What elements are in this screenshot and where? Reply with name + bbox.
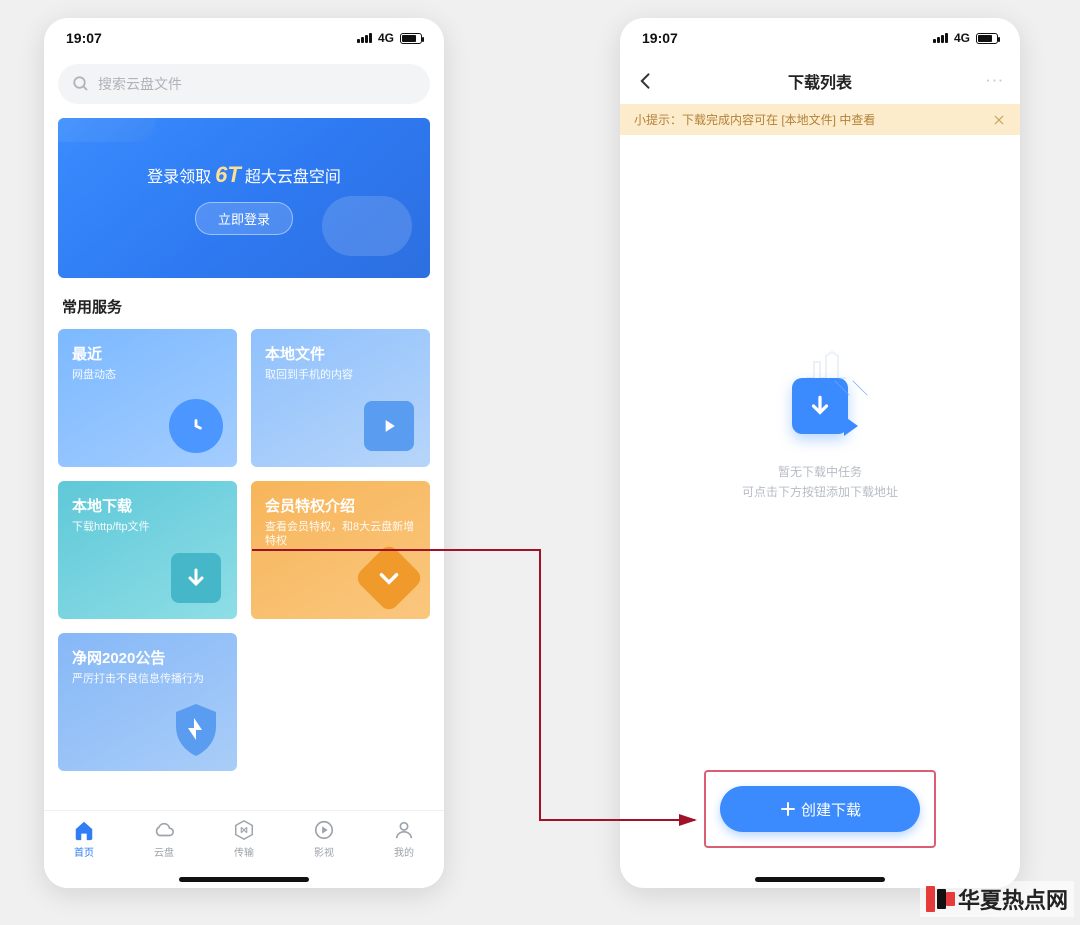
banner-folder-tab — [58, 118, 156, 142]
login-banner[interactable]: 登录领取 6T 超大云盘空间 立即登录 — [58, 118, 430, 278]
person-icon — [393, 819, 415, 841]
battery-icon — [400, 33, 422, 44]
card-vip[interactable]: 会员特权介绍 查看会员特权，和8大云盘新增特权 — [251, 481, 430, 619]
banner-title: 登录领取 6T 超大云盘空间 — [147, 162, 341, 188]
network-label: 4G — [378, 31, 394, 45]
status-indicators: 4G — [933, 31, 998, 45]
network-label: 4G — [954, 31, 970, 45]
tab-cloud[interactable]: 云盘 — [134, 819, 194, 859]
status-indicators: 4G — [357, 31, 422, 45]
empty-line1: 暂无下载中任务 — [778, 462, 862, 482]
home-indicator — [755, 877, 885, 882]
status-bar: 19:07 4G — [620, 18, 1020, 58]
phone-screen-home: 19:07 4G 搜索云盘文件 登录领取 6T 超大云盘空间 立即登录 常用服务… — [44, 18, 444, 888]
status-bar: 19:07 4G — [44, 18, 444, 58]
video-icon — [313, 819, 335, 841]
watermark-logo-icon — [926, 886, 952, 912]
cloud-icon — [153, 819, 175, 841]
phone-screen-downloads: 19:07 4G 下载列表 ⋮ 小提示：下载完成内容可在 [本地文件] 中查看 … — [620, 18, 1020, 888]
clock-icon — [169, 399, 223, 453]
more-button[interactable]: ⋮ — [983, 71, 1004, 91]
card-recent[interactable]: 最近 网盘动态 — [58, 329, 237, 467]
back-button[interactable] — [636, 71, 656, 91]
search-input[interactable]: 搜索云盘文件 — [58, 64, 430, 104]
watermark-text: 华夏热点网 — [958, 883, 1068, 915]
folder-play-icon — [362, 399, 416, 453]
transfer-icon — [233, 819, 255, 841]
empty-line2: 可点击下方按钮添加下载地址 — [742, 482, 898, 502]
empty-state: ＼＼ 暂无下载中任务 可点击下方按钮添加下载地址 — [620, 348, 1020, 503]
tip-banner: 小提示：下载完成内容可在 [本地文件] 中查看 — [620, 104, 1020, 135]
service-cards: 最近 网盘动态 本地文件 取回到手机的内容 本地下载 下载http/ftp文件 — [44, 329, 444, 771]
shield-icon — [169, 703, 223, 757]
status-time: 19:07 — [66, 30, 102, 46]
battery-icon — [976, 33, 998, 44]
empty-illustration: ＼＼ — [760, 348, 880, 444]
chevron-down-icon — [362, 551, 416, 605]
signal-icon — [933, 33, 948, 43]
signal-icon — [357, 33, 372, 43]
section-title: 常用服务 — [62, 296, 426, 317]
search-icon — [72, 75, 90, 93]
watermark: 华夏热点网 — [920, 881, 1074, 917]
plus-icon — [779, 800, 797, 818]
banner-cloud-bg — [322, 196, 412, 256]
home-indicator — [179, 877, 309, 882]
bottom-tab-bar: 首页 云盘 传输 影视 我的 — [44, 810, 444, 888]
card-local-download[interactable]: 本地下载 下载http/ftp文件 — [58, 481, 237, 619]
nav-bar: 下载列表 ⋮ — [620, 58, 1020, 104]
close-icon[interactable] — [992, 113, 1006, 127]
tab-video[interactable]: 影视 — [294, 819, 354, 859]
create-download-button[interactable]: 创建下载 — [720, 786, 920, 832]
tab-transfer[interactable]: 传输 — [214, 819, 274, 859]
tab-home[interactable]: 首页 — [54, 819, 114, 859]
login-button[interactable]: 立即登录 — [195, 202, 293, 235]
tip-text: 小提示：下载完成内容可在 [本地文件] 中查看 — [634, 111, 875, 128]
search-placeholder: 搜索云盘文件 — [98, 74, 182, 94]
page-title: 下载列表 — [788, 69, 852, 93]
card-local-files[interactable]: 本地文件 取回到手机的内容 — [251, 329, 430, 467]
tab-mine[interactable]: 我的 — [374, 819, 434, 859]
download-icon — [169, 551, 223, 605]
status-time: 19:07 — [642, 30, 678, 46]
home-icon — [73, 819, 95, 841]
card-notice[interactable]: 净网2020公告 严厉打击不良信息传播行为 — [58, 633, 237, 771]
